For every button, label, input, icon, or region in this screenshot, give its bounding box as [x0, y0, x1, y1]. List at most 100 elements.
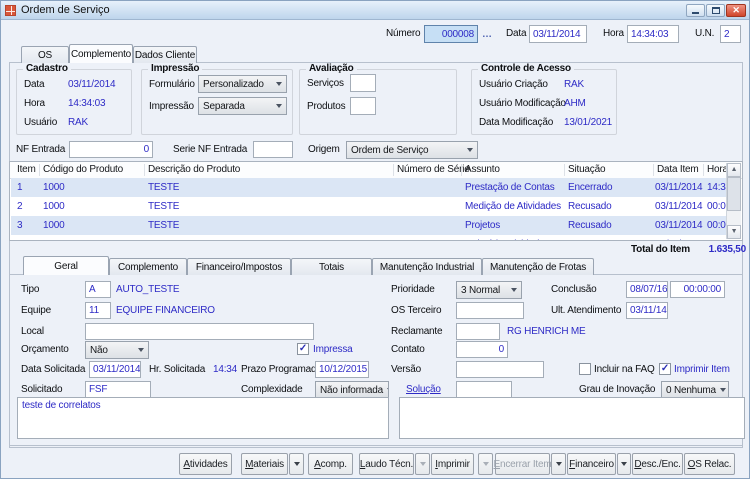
col-descricao[interactable]: Descrição do Produto: [148, 162, 240, 178]
cell-descricao: TESTE: [148, 178, 179, 197]
cadastro-group: Cadastro Data 03/11/2014 Hora 14:34:03 U…: [16, 69, 132, 135]
orcamento-dropdown[interactable]: Não: [85, 341, 149, 359]
nf-entrada-input[interactable]: 0: [69, 141, 153, 158]
tab-manutencao-frotas[interactable]: Manutenção de Frotas: [482, 258, 594, 275]
col-numero-serie[interactable]: Número de Série: [397, 162, 470, 178]
tab-complemento-detalhe[interactable]: Complemento: [109, 258, 187, 275]
impressa-checkbox[interactable]: ✓: [297, 343, 309, 355]
encerrar-item-button[interactable]: Encerrar Item: [495, 453, 550, 475]
table-row[interactable]: 3 1000 TESTE Projetos Recusado 03/11/201…: [11, 216, 727, 235]
minimize-icon: [692, 12, 699, 14]
data-solicitada-input[interactable]: 03/11/2014: [89, 361, 141, 378]
col-codigo[interactable]: Código do Produto: [43, 162, 123, 178]
col-hora[interactable]: Hora: [707, 162, 728, 178]
numero-lookup-button[interactable]: …: [482, 29, 492, 40]
scroll-up-icon[interactable]: ▲: [727, 163, 741, 177]
tab-complemento[interactable]: Complemento: [69, 44, 133, 63]
solucao-link[interactable]: Solução: [406, 384, 441, 395]
data-input[interactable]: 03/11/2014: [529, 25, 587, 43]
versao-input[interactable]: [456, 361, 544, 378]
cell-codigo: 1000: [43, 235, 64, 241]
tab-financeiro-impostos[interactable]: Financeiro/Impostos: [187, 258, 291, 275]
conclusao-label: Conclusão: [551, 284, 596, 295]
os-relac-button[interactable]: OS Relac.: [684, 453, 735, 475]
tipo-label: Tipo: [21, 284, 39, 295]
usuario-criacao-value: RAK: [564, 79, 584, 90]
desc-enc-button[interactable]: Desc./Enc.: [632, 453, 683, 475]
col-situacao[interactable]: Situação: [568, 162, 605, 178]
ult-atendimento-input[interactable]: 03/11/14: [626, 302, 668, 319]
titlebar: Ordem de Serviço: [1, 1, 749, 20]
chevron-down-icon: [387, 388, 389, 392]
tab-totais[interactable]: Totais: [291, 258, 372, 275]
formulario-dropdown[interactable]: Personalizado: [198, 75, 287, 93]
window-title: Ordem de Serviço: [21, 4, 110, 16]
impressao-dropdown[interactable]: Separada: [198, 97, 287, 115]
items-table: Item Código do Produto Descrição do Prod…: [9, 161, 743, 241]
minimize-button[interactable]: [686, 4, 705, 17]
financeiro-button[interactable]: Financeiro: [567, 453, 616, 475]
os-terceiro-input[interactable]: [456, 302, 524, 319]
observacao-textarea[interactable]: [399, 397, 745, 439]
encerrar-dropdown-button[interactable]: [551, 453, 566, 475]
close-button[interactable]: ✕: [726, 4, 746, 17]
table-row[interactable]: 4 1000 TESTE Relatório Atividade 03 03/1…: [11, 235, 727, 241]
origem-dropdown[interactable]: Ordem de Serviço: [346, 141, 478, 159]
conclusao-data-input[interactable]: 08/07/16: [626, 281, 668, 298]
table-row[interactable]: 2 1000 TESTE Medição de Atividades Recus…: [11, 197, 727, 216]
tab-os[interactable]: OS: [21, 46, 69, 63]
data-modificacao-value: 13/01/2021: [564, 117, 612, 128]
reclamante-input[interactable]: [456, 323, 500, 340]
table-row[interactable]: 1 1000 TESTE Prestação de Contas Encerra…: [11, 178, 727, 197]
controle-acesso-group-title: Controle de Acesso: [478, 63, 574, 74]
materiais-button[interactable]: Materiais: [241, 453, 288, 475]
chevron-down-icon: [420, 462, 426, 466]
cell-situacao: Encerrado: [568, 178, 612, 197]
grau-inovacao-value: 0 Nenhuma: [666, 385, 716, 396]
tab-dados-cliente[interactable]: Dados Cliente: [133, 46, 197, 63]
contato-input[interactable]: 0: [456, 341, 508, 358]
acomp-button[interactable]: Acomp.: [308, 453, 353, 475]
equipe-input[interactable]: 11: [85, 302, 111, 319]
numero-input[interactable]: 000008: [424, 25, 478, 43]
produtos-input[interactable]: [350, 97, 376, 115]
atividades-button[interactable]: Atividades: [179, 453, 232, 475]
col-data-item[interactable]: Data Item: [657, 162, 699, 178]
cell-descricao: TESTE: [148, 235, 179, 241]
maximize-button[interactable]: [706, 4, 725, 17]
correlatos-textarea[interactable]: teste de correlatos: [17, 397, 389, 439]
hora-input[interactable]: 14:34:03: [627, 25, 679, 43]
col-item[interactable]: Item: [17, 162, 36, 178]
un-input[interactable]: 2: [720, 25, 741, 43]
conclusao-hora-input[interactable]: 00:00:00: [670, 281, 725, 298]
imprimir-button[interactable]: Imprimir: [431, 453, 474, 475]
tab-geral[interactable]: Geral: [23, 256, 109, 275]
solicitado-input[interactable]: FSF: [85, 381, 151, 398]
laudo-dropdown-button[interactable]: [415, 453, 430, 475]
cadastro-usuario-value: RAK: [68, 117, 88, 128]
chevron-down-icon: [276, 104, 282, 108]
imprimir-dropdown-button[interactable]: [478, 453, 493, 475]
col-assunto[interactable]: Assunto: [465, 162, 500, 178]
cadastro-data-value: 03/11/2014: [68, 79, 115, 90]
incluir-faq-checkbox[interactable]: [579, 363, 591, 375]
imprimir-item-checkbox[interactable]: ✓: [659, 363, 671, 375]
tab-manutencao-industrial[interactable]: Manutenção Industrial: [372, 258, 482, 275]
cell-assunto: Relatório Atividade 03: [465, 235, 558, 241]
scrollbar-thumb[interactable]: [727, 177, 741, 211]
materiais-dropdown-button[interactable]: [289, 453, 304, 475]
financeiro-dropdown-button[interactable]: [617, 453, 631, 475]
ordem-de-servico-window: Ordem de Serviço ✕ Número 000008 … Data …: [0, 0, 750, 479]
scroll-down-icon[interactable]: ▼: [727, 225, 741, 239]
laudo-tecnico-button[interactable]: Laudo Técn.: [359, 453, 414, 475]
solucao-input[interactable]: [456, 381, 512, 398]
prioridade-dropdown[interactable]: 3 Normal: [456, 281, 522, 299]
table-scrollbar[interactable]: ▲ ▼: [726, 163, 741, 239]
tipo-input[interactable]: A: [85, 281, 111, 298]
prazo-programado-input[interactable]: 10/12/2015: [315, 361, 369, 378]
column-separator: [393, 164, 394, 176]
chevron-down-icon: [483, 462, 489, 466]
servicos-input[interactable]: [350, 74, 376, 92]
local-input[interactable]: [85, 323, 314, 340]
serie-nf-entrada-input[interactable]: [253, 141, 293, 158]
